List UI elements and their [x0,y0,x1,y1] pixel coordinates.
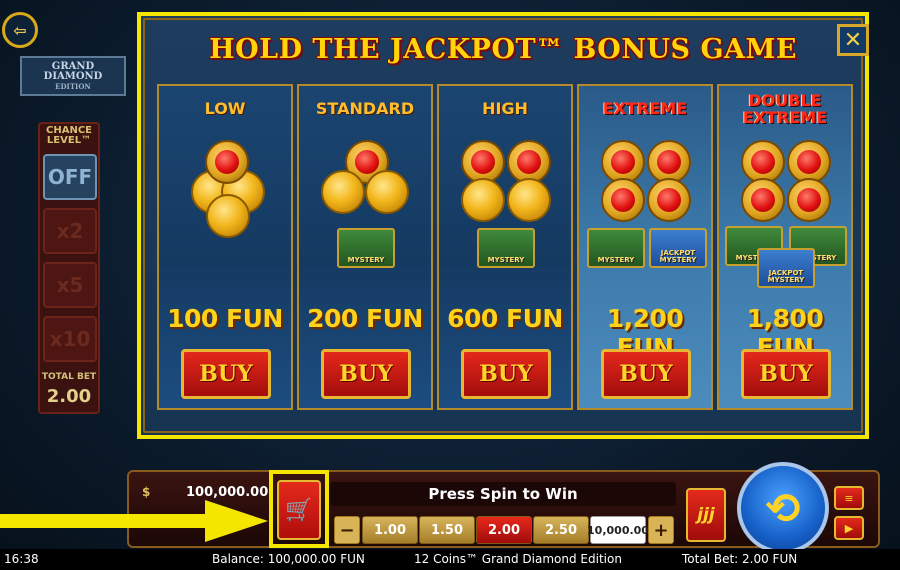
buy-double-extreme-button[interactable]: BUY [741,349,831,399]
chest-label: JACKPOT MYSTERY [659,249,697,264]
bet-option[interactable]: 1.00 [362,516,418,544]
mystery-chest-icon: MYSTERY [337,228,395,268]
balance-value: 100,000.00 [186,485,269,500]
close-icon: ✕ [843,27,863,53]
shopping-cart-icon: 🛒 [285,497,313,523]
buy-standard-button[interactable]: BUY [321,349,411,399]
popup-title: HOLD THE JACKPOT™ BONUS GAME [209,34,797,65]
ruby-coin-icon [205,140,249,184]
chance-option-off[interactable]: OFF [43,154,97,200]
spin-button[interactable]: ⟲ [737,462,829,554]
coin-icon [365,170,409,214]
game-screen: ⇦ GRAND DIAMOND EDITION CHANCE LEVEL™ OF… [0,0,900,570]
chance-option-x5[interactable]: x5 [43,262,97,308]
close-button[interactable]: ✕ [837,24,869,56]
coin-icon [321,170,365,214]
option-label: EXTREME [602,99,688,118]
coin-icon [507,178,551,222]
chest-label: MYSTERY [487,256,525,264]
bonus-option-extreme: EXTREME MYSTERY JACKPOT MYSTERY 1,200 FU… [577,84,713,410]
bonus-option-high: HIGH MYSTERY 600 FUN BUY [437,84,573,410]
option-price: 100 FUN [167,304,283,333]
bet-decrease-button[interactable]: − [334,516,360,544]
game-name: 12 Coins™ Grand Diamond Edition [414,552,622,566]
total-bet-label: TOTAL BET [41,372,97,382]
autoplay-button[interactable]: jjj [686,488,726,542]
coin-icon [206,194,250,238]
ruby-coin-icon [787,178,831,222]
jackpot-mystery-chest-icon: JACKPOT MYSTERY [649,228,707,268]
exit-button[interactable]: ⇦ [2,12,38,48]
clock-time: 16:38 [4,552,39,566]
stack-icon: ≡ [844,491,854,505]
pointer-arrow-icon [0,500,268,542]
status-message: Press Spin to Win [330,482,676,506]
spin-arrows-icon: ⟲ [765,483,801,533]
coin-icon [461,178,505,222]
bet-option-selected[interactable]: 2.00 [476,516,532,544]
bonus-option-double-extreme: DOUBLE EXTREME MYSTERY MYSTERY JACKPOT M… [717,84,853,410]
ruby-coin-icon [647,178,691,222]
bonus-option-standard: STANDARD MYSTERY 200 FUN BUY [297,84,433,410]
jackpot-mystery-chest-icon: JACKPOT MYSTERY [757,248,815,288]
option-label: LOW [204,99,246,118]
option-label: DOUBLE EXTREME [742,91,828,127]
bet-increase-button[interactable]: + [648,516,674,544]
menu-button[interactable]: ≡ [834,486,864,510]
option-label: STANDARD [315,99,415,118]
chance-option-x10[interactable]: x10 [43,316,97,362]
buy-extreme-button[interactable]: BUY [601,349,691,399]
play-icon: ▶ [844,521,854,535]
status-total-bet: Total Bet: 2.00 FUN [682,552,798,566]
mystery-chest-icon: MYSTERY [477,228,535,268]
bonus-option-low: LOW 100 FUN BUY [157,84,293,410]
bet-option[interactable]: 2.50 [533,516,589,544]
logo-subtitle: EDITION [55,82,91,91]
status-line: 16:38 Balance: 100,000.00 FUN 12 Coins™ … [0,549,900,570]
option-label: HIGH [482,99,528,118]
chance-level-title: CHANCE LEVEL™ [46,125,92,146]
buy-low-button[interactable]: BUY [181,349,271,399]
chest-label: MYSTERY [347,256,385,264]
bonus-buy-button[interactable]: 🛒 [277,480,321,540]
play-button[interactable]: ▶ [834,516,864,540]
game-logo: GRAND DIAMOND EDITION [20,56,126,96]
status-balance: Balance: 100,000.00 FUN [212,552,365,566]
money-bag-icon: $ [142,485,151,499]
ruby-coin-icon [601,178,645,222]
chance-option-x2[interactable]: x2 [43,208,97,254]
buy-high-button[interactable]: BUY [461,349,551,399]
bonus-buy-popup: HOLD THE JACKPOT™ BONUS GAME ✕ LOW 100 F… [137,12,869,439]
chance-level-panel: CHANCE LEVEL™ OFF x2 x5 x10 TOTAL BET 2.… [38,122,100,414]
bet-option[interactable]: 1.50 [419,516,475,544]
option-price: 200 FUN [307,304,423,333]
option-price: 600 FUN [447,304,563,333]
exit-icon: ⇦ [13,20,27,40]
chest-label: JACKPOT MYSTERY [767,269,805,284]
chest-label: MYSTERY [597,256,635,264]
ruby-coin-icon [741,178,785,222]
bet-option-max[interactable]: 10,000.00 [587,516,649,544]
logo-title: GRAND DIAMOND [43,61,103,82]
total-bet-value: 2.00 [46,386,92,407]
mystery-chest-icon: MYSTERY [587,228,645,268]
